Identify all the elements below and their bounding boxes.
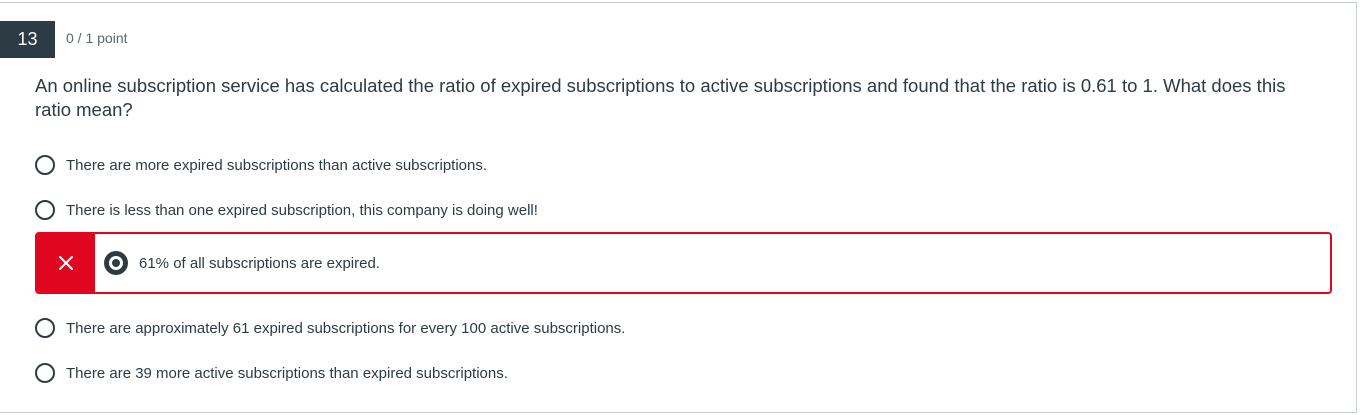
answer-option-4[interactable]: There are approximately 61 expired subsc… [35,313,625,343]
question-points: 0 / 1 point [66,30,128,46]
answer-label: There are 39 more active subscriptions t… [66,364,508,382]
radio-button[interactable] [35,318,55,338]
radio-button[interactable] [35,155,55,175]
answer-option-5[interactable]: There are 39 more active subscriptions t… [35,358,508,388]
question-text: An online subscription service has calcu… [35,75,1286,120]
radio-button-selected[interactable] [104,251,128,275]
question-number-text: 13 [17,29,38,49]
answer-label: There are approximately 61 expired subsc… [66,319,626,337]
incorrect-flag [37,234,95,292]
answer-option-1[interactable]: There are more expired subscriptions tha… [35,150,487,180]
radio-button[interactable] [35,363,55,383]
radio-button[interactable] [35,200,55,220]
answer-option-3-incorrect[interactable]: 61% of all subscriptions are expired. [35,232,1332,294]
answer-label: There are more expired subscriptions tha… [66,156,488,174]
close-icon [59,256,73,270]
question-number: 13 [0,21,55,58]
answer-option-2[interactable]: There is less than one expired subscript… [35,195,538,225]
answer-label: 61% of all subscriptions are expired. [139,254,380,272]
answer-label: There is less than one expired subscript… [66,201,538,219]
